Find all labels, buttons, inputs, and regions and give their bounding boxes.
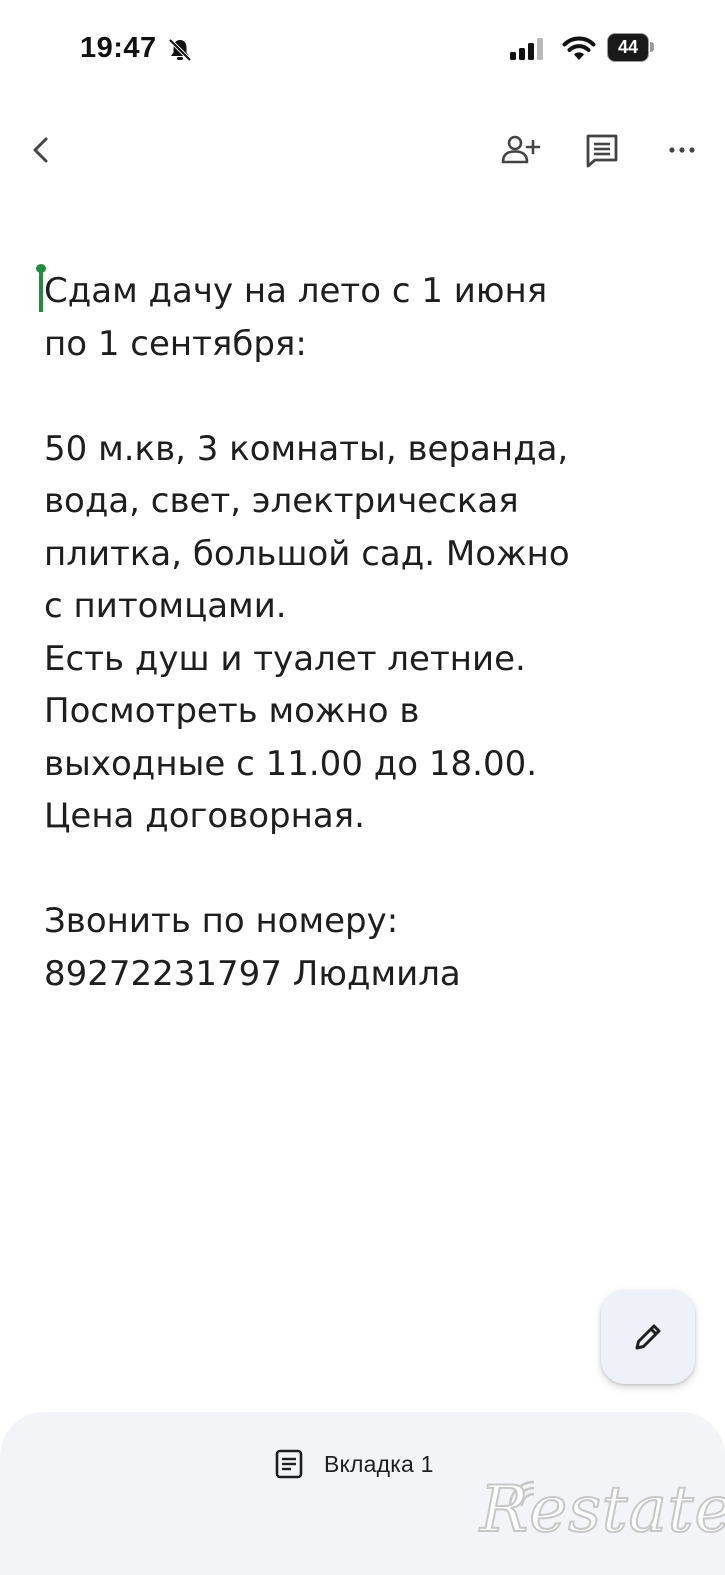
document-line: Есть душ и туалет летние.	[44, 638, 526, 679]
document-tab-icon	[275, 1449, 303, 1479]
watermark-logo: Restate	[479, 1473, 725, 1547]
status-bar: 19:47 44	[0, 0, 725, 100]
document-line: Сдам дачу на лето с 1 июня	[44, 271, 548, 311]
chevron-left-icon	[33, 137, 48, 163]
back-button[interactable]	[22, 128, 62, 172]
document-line: 50 м.кв, 3 комнаты, веранда,	[44, 428, 569, 469]
document-line: по 1 сентября:	[44, 323, 307, 364]
battery-tip	[650, 42, 654, 52]
status-time: 19:47	[80, 32, 157, 64]
signal-icon	[510, 38, 543, 60]
share-add-person-button[interactable]	[497, 128, 545, 172]
document-line: Звонить по номеру:	[44, 901, 399, 941]
document-line: с питомцами.	[44, 586, 287, 626]
bell-muted-icon	[168, 38, 192, 62]
comments-button[interactable]	[580, 128, 624, 172]
battery-level: 44	[607, 33, 649, 62]
wifi-icon	[562, 36, 596, 60]
tab-label: Вкладка 1	[324, 1450, 434, 1477]
comment-icon	[586, 134, 618, 168]
document-body[interactable]: Сдам дачу на лето с 1 июня по 1 сентября…	[44, 265, 684, 1000]
document-line: Посмотреть можно в	[44, 691, 420, 731]
text-cursor	[39, 268, 43, 312]
document-line: вода, свет, электрическая	[44, 481, 519, 521]
document-line: выходные с 11.00 до 18.00.	[44, 743, 538, 784]
more-horizontal-icon	[669, 147, 695, 153]
document-blank-line	[44, 370, 684, 423]
edit-button[interactable]	[601, 1290, 695, 1384]
battery-icon: 44	[607, 33, 655, 62]
tab-item[interactable]: Вкладка 1	[272, 1446, 434, 1482]
document-line: плитка, большой сад. Можно	[44, 533, 570, 574]
pencil-icon	[635, 1324, 661, 1350]
document-blank-line	[44, 843, 684, 896]
document-line: Цена договорная.	[44, 796, 365, 836]
person-add-icon	[501, 135, 541, 164]
more-options-button[interactable]	[660, 128, 704, 172]
document-line: 89272231797 Людмила	[44, 953, 461, 994]
